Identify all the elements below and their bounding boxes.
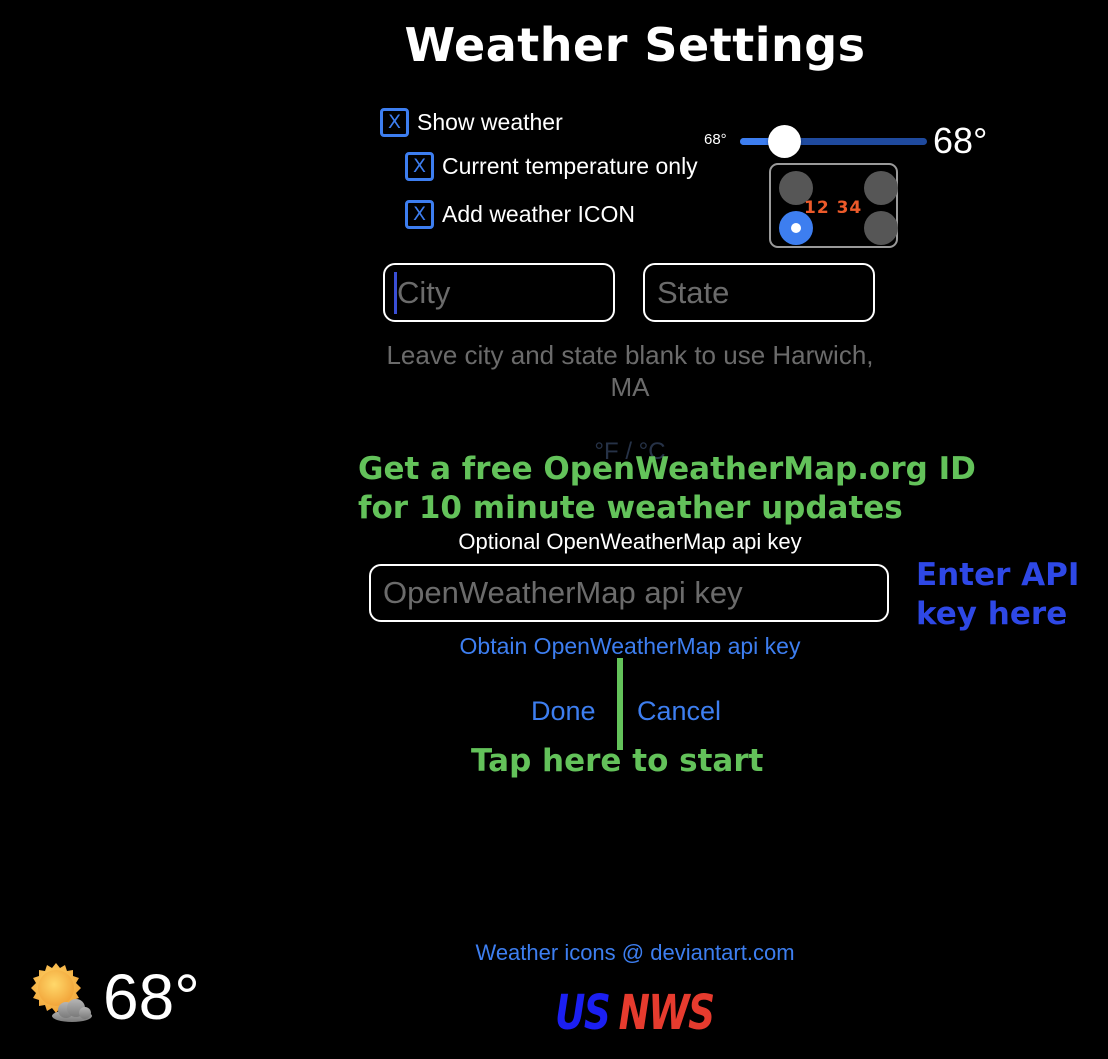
size-slider[interactable] xyxy=(740,125,927,158)
us-nws-logo: US NWS xyxy=(555,985,715,1041)
current-temp-only-label: Current temperature only xyxy=(442,153,698,179)
show-weather-checkbox[interactable]: X xyxy=(380,108,409,137)
logo-us-text: US xyxy=(555,985,611,1041)
position-picker: 12 34 xyxy=(769,163,898,248)
annotation-pointer-line xyxy=(617,658,623,750)
position-top-right[interactable] xyxy=(864,171,898,205)
text-caret xyxy=(394,272,397,314)
slider-value-label: 68° xyxy=(933,120,988,161)
cancel-button[interactable]: Cancel xyxy=(637,696,721,727)
show-weather-option[interactable]: X Show weather xyxy=(380,108,563,137)
slider-thumb[interactable] xyxy=(768,125,802,158)
current-temp-only-option[interactable]: X Current temperature only xyxy=(405,152,698,181)
position-bottom-right[interactable] xyxy=(864,211,898,245)
add-weather-icon-label: Add weather ICON xyxy=(442,201,636,227)
slider-min-label: 68° xyxy=(704,131,727,148)
state-input[interactable] xyxy=(645,265,873,320)
logo-nws-text: NWS xyxy=(618,985,715,1041)
city-input[interactable] xyxy=(385,265,613,320)
weather-settings-screen: Weather Settings X Show weather X Curren… xyxy=(0,0,1108,1059)
location-hint: Leave city and state blank to use Harwic… xyxy=(386,340,874,402)
add-weather-icon-option[interactable]: X Add weather ICON xyxy=(405,200,635,229)
tap-start-annotation: Tap here to start xyxy=(471,743,764,779)
enter-api-annotation: Enter API key here xyxy=(916,557,1080,632)
city-field-frame xyxy=(383,263,615,322)
show-weather-label: Show weather xyxy=(417,109,563,135)
add-weather-icon-checkbox[interactable]: X xyxy=(405,200,434,229)
api-key-field-frame xyxy=(369,564,889,622)
icon-credit-link[interactable]: Weather icons @ deviantart.com xyxy=(430,940,840,966)
current-temp-only-checkbox[interactable]: X xyxy=(405,152,434,181)
partly-sunny-icon xyxy=(30,962,96,1024)
obtain-api-key-link[interactable]: Obtain OpenWeatherMap api key xyxy=(370,633,890,660)
position-sample-text: 12 34 xyxy=(804,198,863,218)
free-id-annotation: Get a free OpenWeatherMap.org ID for 10 … xyxy=(358,451,976,526)
current-temperature: 68° xyxy=(103,961,200,1033)
api-key-input[interactable] xyxy=(371,566,887,620)
api-key-label: Optional OpenWeatherMap api key xyxy=(458,529,802,554)
state-field-frame xyxy=(643,263,875,322)
done-button[interactable]: Done xyxy=(531,696,596,727)
page-title: Weather Settings xyxy=(404,18,866,72)
